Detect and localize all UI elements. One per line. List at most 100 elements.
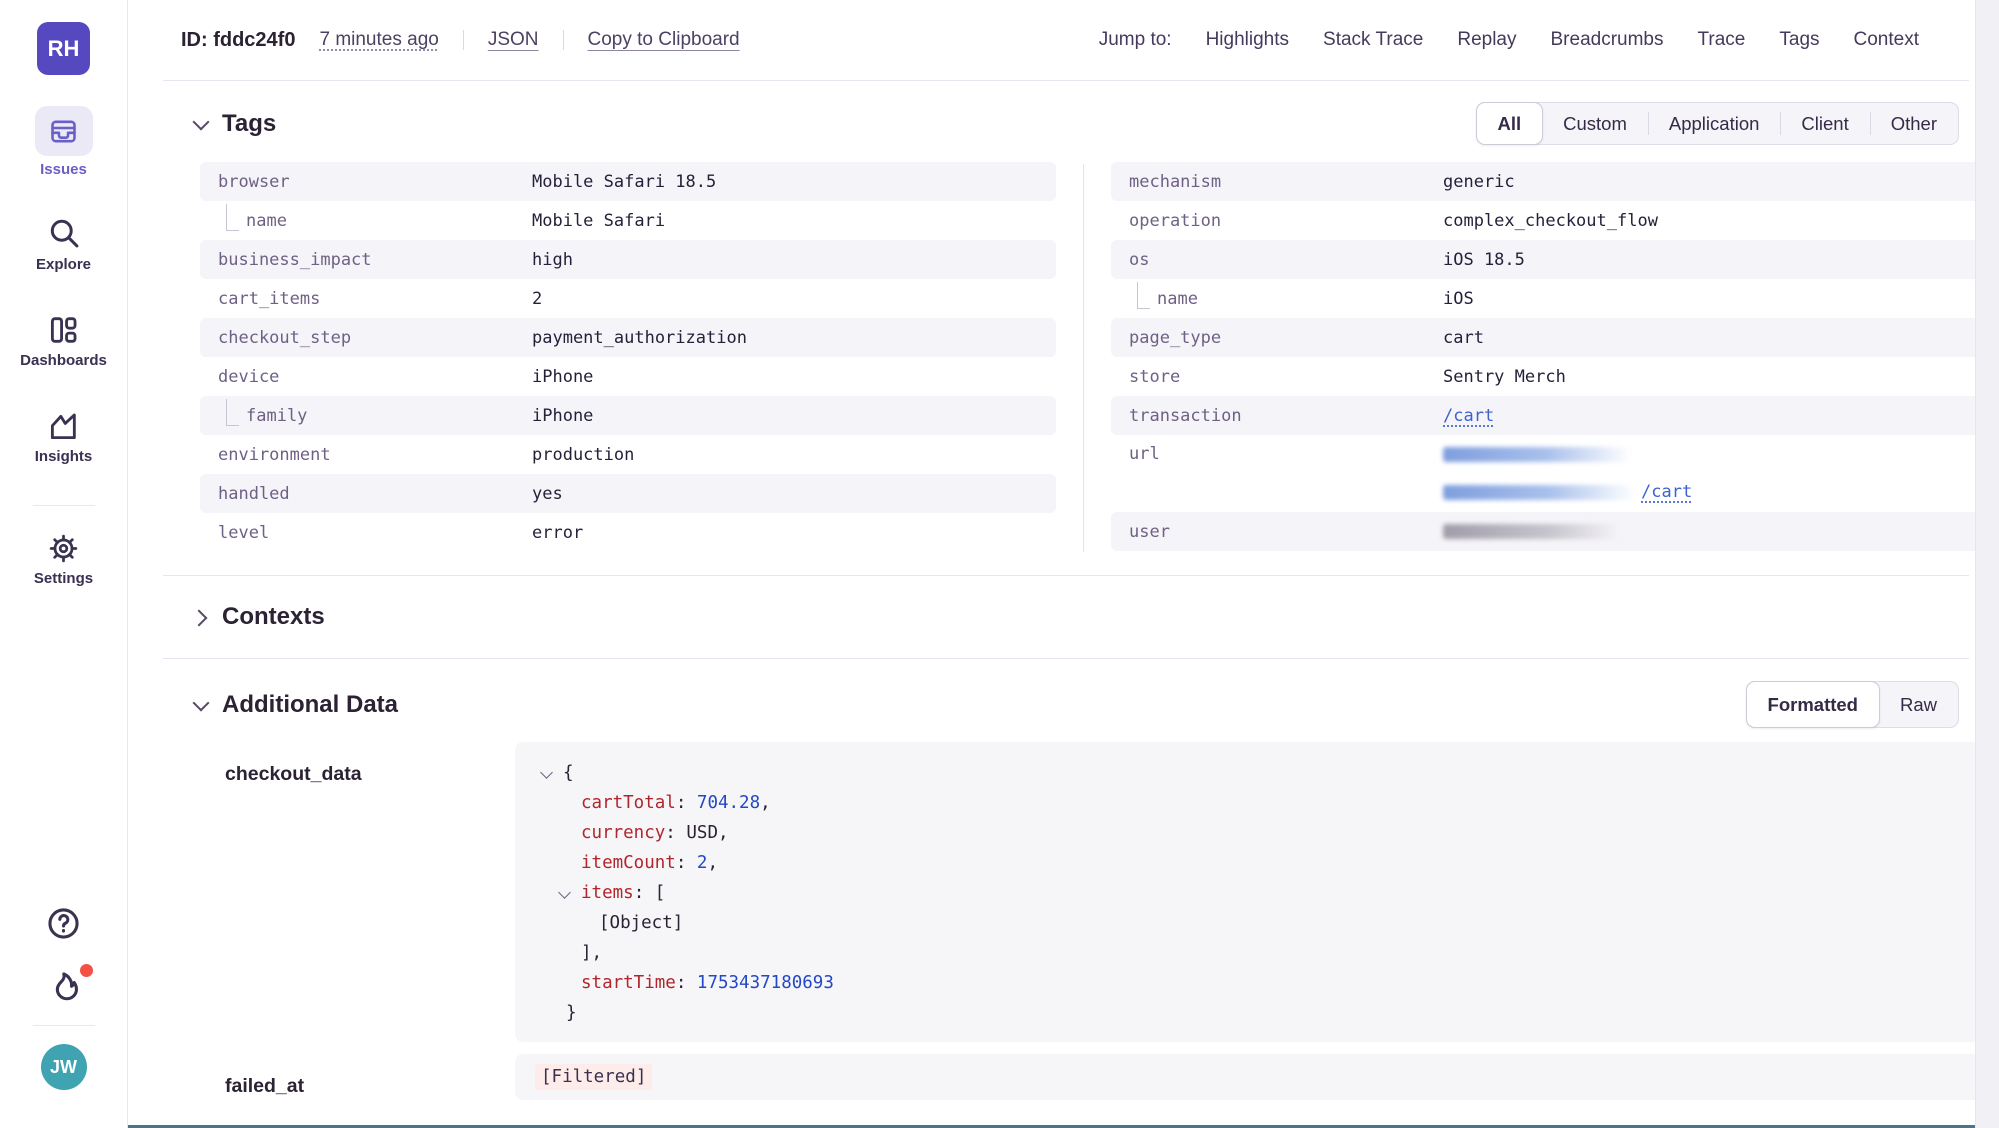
tag-value: iPhone [532,367,593,387]
sidebar-item-dashboards[interactable]: Dashboards [20,313,107,369]
main-content: ID: fddc24f0 7 minutes ago JSON Copy to … [128,0,1999,1128]
checkout-data-label: checkout_data [128,742,515,1042]
tag-value: Mobile Safari 18.5 [532,172,716,192]
tag-key: browser [200,172,532,192]
tag-key: level [200,523,532,543]
redacted-url-value: /cart [1443,435,1692,511]
notification-dot [80,964,93,977]
json-line: items: [ [541,878,1965,908]
sidebar-item-issues[interactable]: Issues [35,106,93,178]
tag-row: nameiOS [1111,279,1985,318]
expand-chevron-icon[interactable] [193,609,209,625]
tag-value: generic [1443,172,1515,192]
collapse-chevron-icon[interactable] [541,767,553,779]
issues-icon [35,106,93,156]
tags-filter-group: AllCustomApplicationClientOther [1476,102,1960,145]
collapse-chevron-icon[interactable] [193,116,209,132]
tag-value: yes [532,484,563,504]
tag-value: Mobile Safari [532,211,665,231]
tag-row: levelerror [200,513,1056,552]
format-toggle-formatted[interactable]: Formatted [1746,681,1880,728]
json-num: 2 [697,848,708,878]
event-header: ID: fddc24f0 7 minutes ago JSON Copy to … [128,0,1999,80]
sidebar-item-insights[interactable]: Insights [35,409,93,465]
tags-section-header: Tags AllCustomApplicationClientOther [128,102,1999,145]
fire-icon [45,969,82,1006]
json-punc: , [718,818,729,848]
json-line: } [541,998,1965,1028]
tag-value: cart [1443,328,1484,348]
redacted-line: /cart [1443,473,1692,511]
additional-data-section-header: Additional Data FormattedRaw [128,681,1999,728]
event-id: ID: fddc24f0 [181,29,295,52]
json-punc: , [760,788,771,818]
tag-filter-custom[interactable]: Custom [1542,103,1648,144]
json-link[interactable]: JSON [488,29,539,51]
sidebar-item-explore[interactable]: Explore [36,215,91,273]
tag-key: handled [200,484,532,504]
tag-value: high [532,250,573,270]
divider [563,30,564,50]
insights-icon [46,409,80,443]
sidebar-label: Issues [40,161,87,178]
dashboards-icon [46,313,80,347]
jump-link-highlights[interactable]: Highlights [1206,29,1289,51]
format-toggle-raw[interactable]: Raw [1879,682,1958,727]
event-time-link[interactable]: 7 minutes ago [319,29,438,51]
json-punc: : [676,848,697,878]
tag-row: browserMobile Safari 18.5 [200,162,1056,201]
tag-value-link[interactable]: /cart [1443,406,1494,426]
sidebar-label: Insights [35,448,93,465]
tag-filter-application[interactable]: Application [1648,103,1781,144]
tag-row: business_impacthigh [200,240,1056,279]
whats-new-button[interactable] [45,969,82,1011]
help-button[interactable] [45,905,82,947]
tag-filter-client[interactable]: Client [1780,103,1869,144]
json-punc: { [563,758,574,788]
collapse-chevron-icon[interactable] [559,887,571,899]
tag-value-link[interactable]: /cart [1641,482,1692,502]
json-line: currency: USD, [541,818,1965,848]
tag-row: handledyes [200,474,1056,513]
jump-to-nav: Jump to: Highlights Stack Trace Replay Brea… [1099,29,1919,51]
tag-key: name [1111,289,1443,309]
section-divider [163,575,1969,576]
jump-link-tags[interactable]: Tags [1779,29,1819,51]
tag-value: production [532,445,634,465]
tag-value: iPhone [532,406,593,426]
copy-to-clipboard-link[interactable]: Copy to Clipboard [588,29,740,51]
sidebar-label: Dashboards [20,352,107,369]
sidebar-divider [33,1025,95,1026]
tag-row: checkout_steppayment_authorization [200,318,1056,357]
collapse-chevron-icon[interactable] [193,697,209,713]
json-punc: } [566,998,577,1028]
json-key: itemCount [581,848,676,878]
tag-filter-other[interactable]: Other [1870,103,1958,144]
jump-link-context[interactable]: Context [1854,29,1919,51]
tag-key: os [1111,250,1443,270]
tag-key: operation [1111,211,1443,231]
user-avatar[interactable]: JW [41,1044,87,1090]
tag-key: store [1111,367,1443,387]
tags-title: Tags [222,110,276,138]
scrollbar[interactable] [1975,0,1999,1128]
jump-link-breadcrumbs[interactable]: Breadcrumbs [1551,29,1664,51]
tag-key: transaction [1111,406,1443,426]
tag-row: transaction/cart [1111,396,1985,435]
jump-link-stack-trace[interactable]: Stack Trace [1323,29,1423,51]
tag-filter-all[interactable]: All [1476,102,1544,145]
tag-row: familyiPhone [200,396,1056,435]
sidebar-item-settings[interactable]: Settings [34,532,93,587]
jump-link-trace[interactable]: Trace [1698,29,1746,51]
gear-icon [47,532,80,565]
jump-link-replay[interactable]: Replay [1457,29,1516,51]
jump-to-label: Jump to: [1099,29,1172,51]
org-avatar[interactable]: RH [37,22,90,75]
json-key: startTime [581,968,676,998]
json-line: cartTotal: 704.28, [541,788,1965,818]
column-divider [1083,164,1084,552]
failed-at-row: failed_at [Filtered] [128,1054,1999,1100]
tag-row: osiOS 18.5 [1111,240,1985,279]
format-toggle-group: FormattedRaw [1746,681,1959,728]
tag-key: cart_items [200,289,532,309]
